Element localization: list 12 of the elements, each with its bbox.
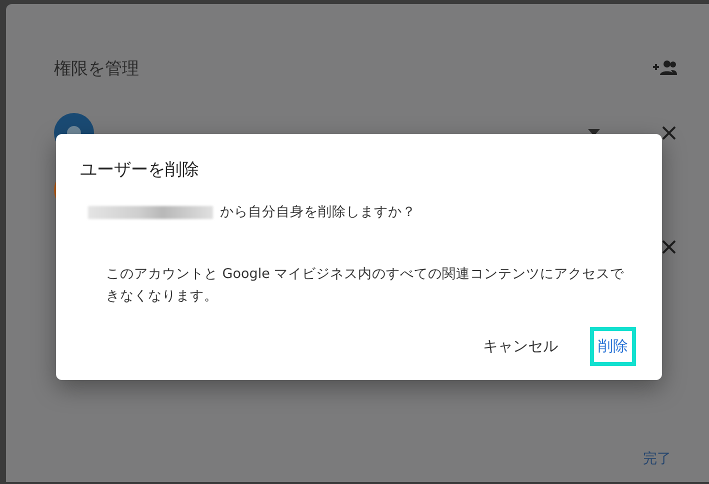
close-icon (661, 238, 677, 254)
close-icon (661, 124, 677, 140)
remove-button[interactable] (661, 238, 677, 254)
add-person-icon[interactable] (653, 60, 677, 76)
dialog-button[interactable]: キャンセル (475, 327, 566, 366)
question-text: から自分自身を削除しますか？ (220, 203, 416, 221)
dialog-button[interactable]: 削除 (590, 327, 636, 366)
done-button[interactable]: 完了 (637, 446, 677, 472)
dialog-title: ユーザーを削除 (80, 159, 200, 181)
dialog-message: このアカウントと Google マイビジネス内のすべての関連コンテンツにアクセスできなくなります。 (106, 265, 626, 306)
caret-icon[interactable] (588, 129, 600, 136)
panel-title: 権限を管理 (54, 58, 139, 80)
